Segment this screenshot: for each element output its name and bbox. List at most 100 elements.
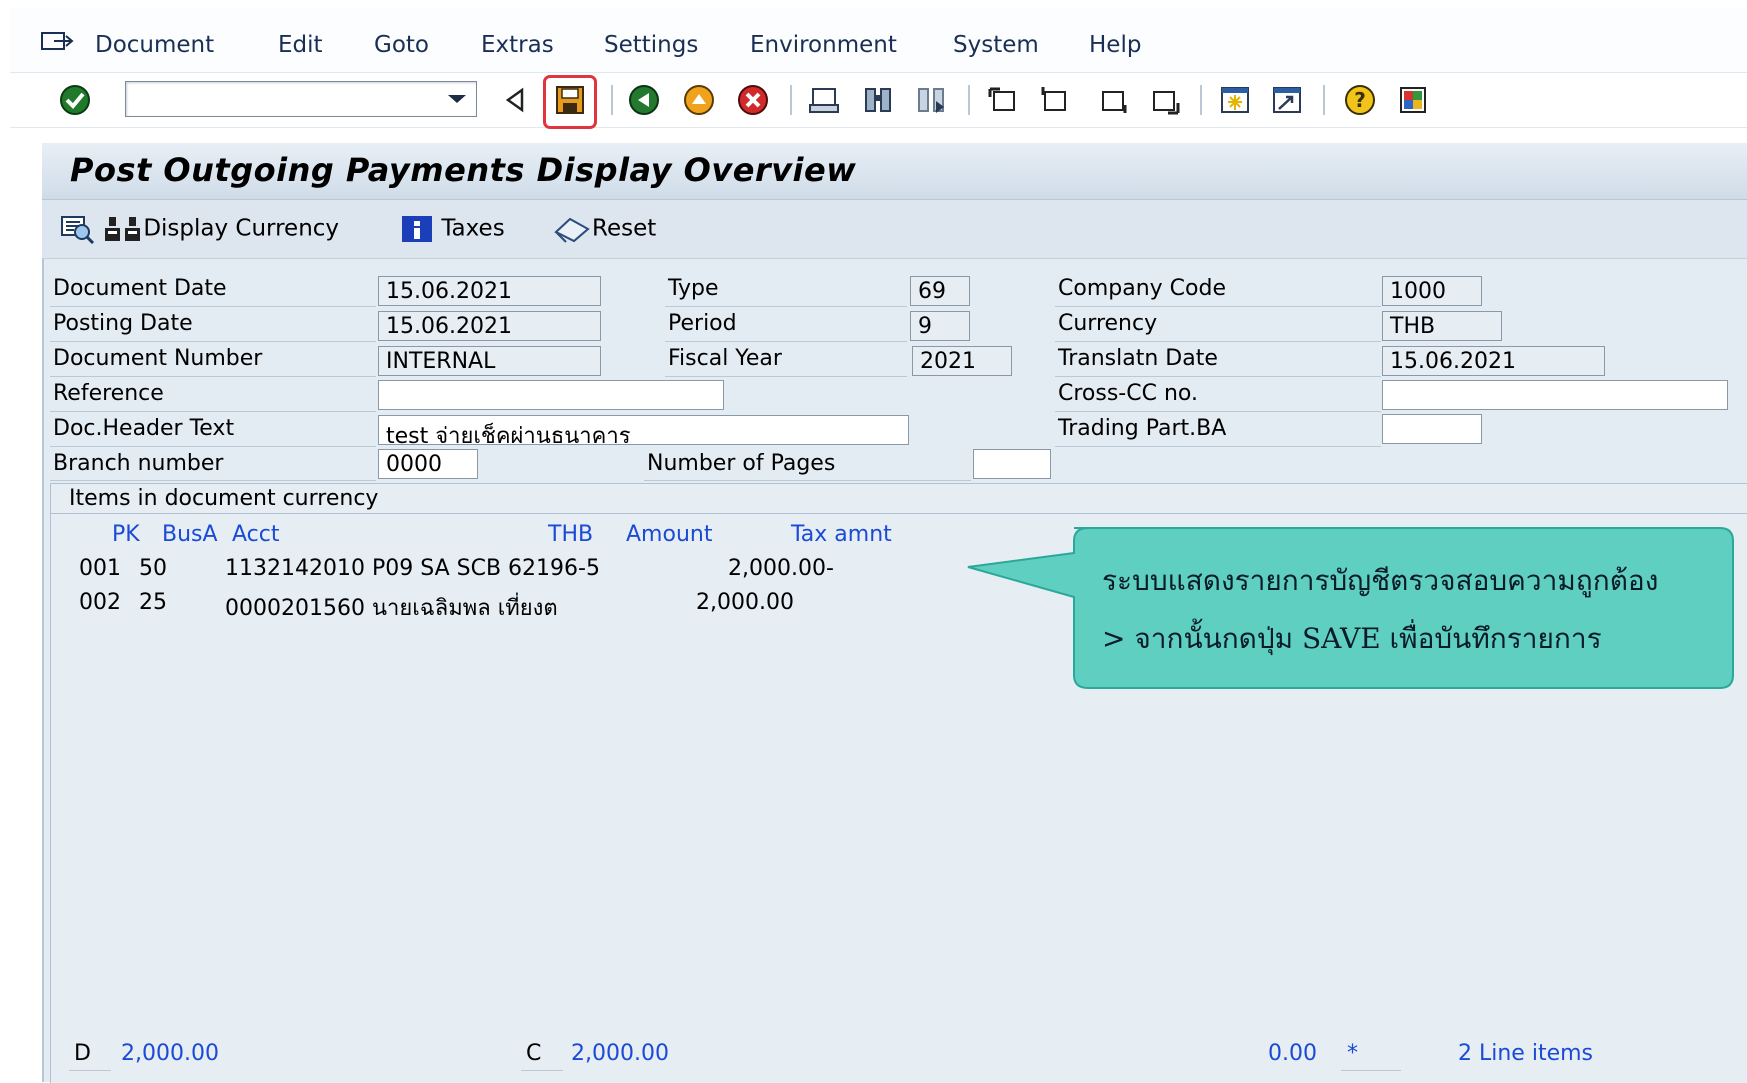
currency-stack-icon [105,217,141,241]
previous-page-icon[interactable] [1037,83,1071,117]
next-page-icon[interactable] [1097,83,1131,117]
toolbar-separator [1200,85,1202,115]
number-of-pages-label: Number of Pages [647,451,836,476]
toolbar-separator [968,85,970,115]
label-underline [1055,376,1381,377]
create-session-icon[interactable] [1218,83,1252,117]
cross-cc-no-field[interactable] [1382,380,1728,410]
company-code-label: Company Code [1058,276,1226,301]
find-icon[interactable] [861,83,895,117]
standard-toolbar: ? [10,73,1747,129]
footer-underline [69,1070,111,1071]
application-toolbar: Display Currency Taxes Reset [42,200,1747,259]
label-underline [50,411,376,412]
last-page-icon[interactable] [1148,83,1182,117]
row-amount: 2,000.00 [696,590,794,615]
toolbar-separator [790,85,792,115]
back-icon[interactable] [627,83,661,117]
footer-underline [521,1070,563,1071]
items-section-title: Items in document currency [69,486,379,511]
label-underline [1055,306,1381,307]
menu-environment[interactable]: Environment [750,32,897,58]
type-label: Type [668,276,719,301]
reference-field[interactable] [378,380,724,410]
period-label: Period [668,311,737,336]
fiscal-year-field[interactable]: 2021 [912,346,1012,376]
exit-icon[interactable] [682,83,716,117]
menu-settings[interactable]: Settings [604,32,698,58]
document-overview-icon [61,216,95,245]
document-number-label: Document Number [53,346,263,371]
taxes-label: Taxes [441,215,505,242]
label-underline [50,341,376,342]
label-underline [50,480,376,481]
currency-field[interactable]: THB [1382,311,1502,341]
document-date-label: Document Date [53,276,227,301]
taxes-button[interactable]: Taxes [400,214,505,244]
label-underline [50,446,376,447]
menu-system[interactable]: System [953,32,1039,58]
menu-document[interactable]: Document [95,32,214,58]
first-page-icon[interactable] [986,83,1020,117]
save-icon[interactable] [553,83,587,117]
posting-date-label: Posting Date [53,311,193,336]
column-header-pk: PK [112,522,140,547]
info-icon [402,216,432,242]
reset-button[interactable]: Reset [552,214,656,244]
label-underline [665,376,907,377]
translatn-date-label: Translatn Date [1058,346,1218,371]
svg-text:?: ? [1354,88,1366,112]
column-header-amount: Amount [626,522,713,547]
display-currency-button[interactable]: Display Currency [60,214,340,245]
column-header-tax-amnt: Tax amnt [791,522,892,547]
help-icon[interactable]: ? [1343,83,1377,117]
label-underline [50,306,376,307]
label-underline [644,480,971,481]
label-underline [1055,446,1381,447]
credit-label: C [526,1041,542,1066]
display-currency-label: Display Currency [143,215,340,242]
column-header-busa: BusA [162,522,218,547]
enter-icon[interactable] [58,83,92,117]
command-field[interactable] [125,81,477,117]
doc-header-text-label: Doc.Header Text [53,416,235,441]
menu-edit[interactable]: Edit [278,32,323,58]
section-divider [51,513,1747,514]
row-posting-key: 50 [139,556,167,581]
translatn-date-field[interactable]: 15.06.2021 [1382,346,1605,376]
find-next-icon[interactable] [914,83,948,117]
callout-text: ระบบแสดงรายการบัญชีตรวจสอบความถูกต้อง > … [1102,552,1742,668]
menu-icon[interactable] [40,30,74,54]
company-code-field[interactable]: 1000 [1382,276,1482,306]
menu-goto[interactable]: Goto [374,32,429,58]
menu-help[interactable]: Help [1089,32,1141,58]
document-number-field[interactable]: INTERNAL [378,346,601,376]
shortcut-icon[interactable] [1270,83,1304,117]
number-of-pages-field[interactable] [973,449,1051,479]
trading-part-ba-field[interactable] [1382,414,1482,444]
footer-underline [1341,1070,1401,1071]
menu-bar: Document Edit Goto Extras Settings Envir… [10,8,1747,73]
back-triangle-icon[interactable] [498,83,532,117]
title-bar: Post Outgoing Payments Display Overview [42,143,1747,200]
posting-date-field[interactable]: 15.06.2021 [378,311,601,341]
type-field[interactable]: 69 [910,276,970,306]
label-underline [665,341,907,342]
chevron-down-icon[interactable] [448,95,466,103]
balance-value: 0.00 [1268,1041,1317,1066]
row-account: 1132142010 P09 SA SCB 62196-5 [225,556,600,581]
customize-layout-icon[interactable] [1396,83,1430,117]
doc-header-text-field[interactable]: test จ่ายเช็คผ่านธนาคาร [378,415,909,445]
cancel-icon[interactable] [736,83,770,117]
print-icon[interactable] [807,83,841,117]
label-underline [1055,341,1381,342]
menu-extras[interactable]: Extras [481,32,554,58]
branch-number-field[interactable]: 0000 [378,449,478,479]
period-field[interactable]: 9 [910,311,970,341]
debit-total: 2,000.00 [121,1041,219,1066]
label-underline [665,306,907,307]
debit-label: D [74,1041,91,1066]
document-date-field[interactable]: 15.06.2021 [378,276,601,306]
callout-line-2: > จากนั้นกดปุ่ม SAVE เพื่อบันทึกรายการ [1102,622,1602,655]
column-header-acct: Acct [232,522,280,547]
